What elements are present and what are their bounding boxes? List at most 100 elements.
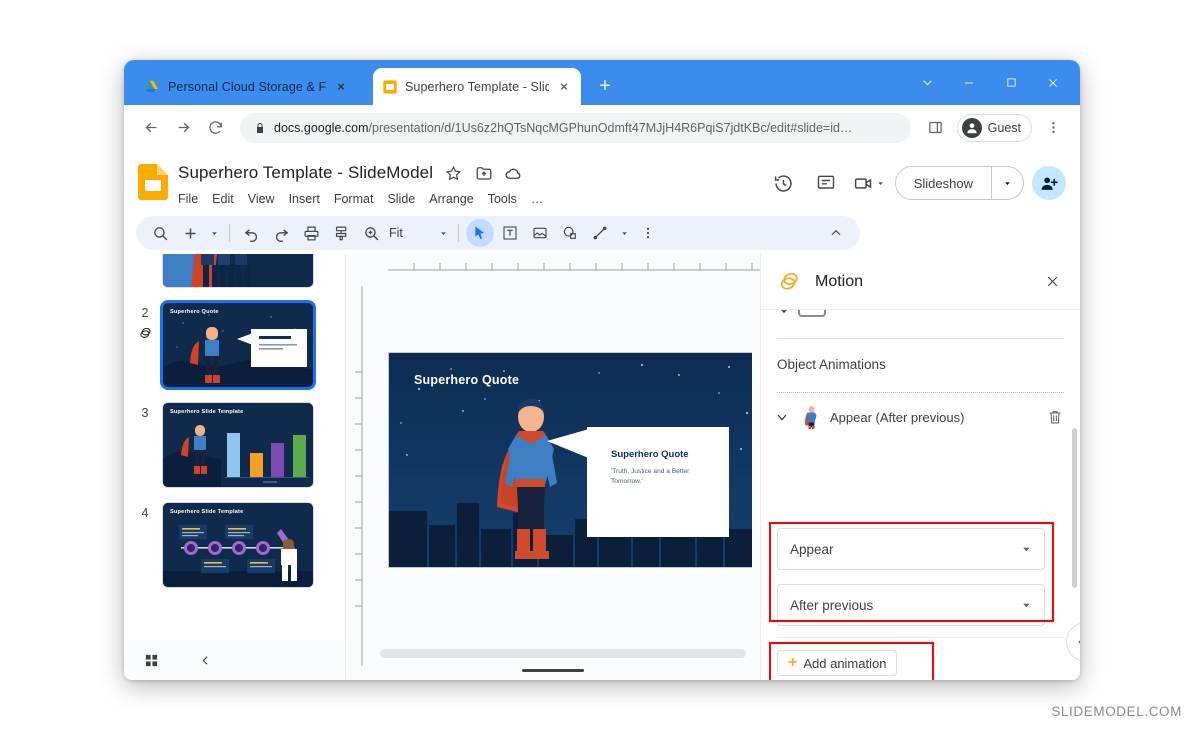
minimize-icon[interactable] — [948, 60, 990, 105]
filmstrip-scroll[interactable]: 2 Superhero Quote 3 Superhero Slide Temp… — [124, 254, 345, 640]
close-icon[interactable] — [1032, 60, 1074, 105]
menu-view[interactable]: View — [248, 192, 275, 206]
toolbar-collapse-chevron-up-icon[interactable] — [822, 219, 850, 247]
quote-card[interactable]: Superhero Quote 'Truth, Justice and a Be… — [587, 427, 729, 537]
redo-icon[interactable] — [267, 219, 295, 247]
canvas-stage[interactable]: Superhero Quote Superhero Quote 'Truth, … — [372, 278, 752, 636]
slide-number: 4 — [141, 506, 149, 520]
motion-panel-title: Motion — [815, 272, 864, 290]
move-to-folder-icon[interactable] — [474, 164, 493, 183]
slide-thumbnail-4[interactable]: Superhero Slide Template — [162, 502, 314, 588]
grid-view-icon[interactable] — [140, 649, 162, 671]
toolbar-three-dot-menu-icon[interactable] — [634, 219, 662, 247]
menu-edit[interactable]: Edit — [212, 192, 234, 206]
filmstrip-collapse-chevron-left-icon[interactable] — [194, 649, 216, 671]
motion-panel-body: Object Animations Appear (After previous… — [761, 310, 1080, 680]
url-path: /presentation/d/1Us6z2hQTsNqcMGPhunOdmft… — [368, 120, 853, 135]
slide-title-text[interactable]: Superhero Quote — [414, 373, 519, 387]
undo-icon[interactable] — [237, 219, 265, 247]
highlight-box-dropdowns — [769, 522, 1054, 622]
menu-tools[interactable]: Tools — [488, 192, 517, 206]
google-drive-icon — [145, 80, 159, 92]
new-tab-button[interactable]: + — [594, 76, 616, 98]
lock-icon — [257, 122, 263, 133]
animation-item-row[interactable]: Appear (After previous) — [761, 393, 1080, 429]
menu-slide[interactable]: Slide — [387, 192, 415, 206]
print-icon[interactable] — [297, 219, 325, 247]
list-item[interactable] — [124, 254, 345, 288]
cursor-arrow-icon[interactable] — [466, 219, 494, 247]
line-chevron-down-icon[interactable] — [616, 219, 632, 247]
tab-search-chevron-down-icon[interactable] — [906, 60, 948, 105]
menu-more[interactable]: … — [531, 192, 544, 206]
slide-meta: 2 — [128, 302, 162, 341]
menu-format[interactable]: Format — [334, 192, 374, 206]
menu-insert[interactable]: Insert — [289, 192, 320, 206]
zoom-chevron-down-icon[interactable] — [435, 219, 451, 247]
window-controls — [906, 60, 1074, 105]
slide-meta: 3 — [128, 402, 162, 420]
version-history-icon[interactable] — [767, 166, 801, 200]
slide-canvas[interactable]: Superhero Quote Superhero Quote 'Truth, … — [388, 352, 752, 568]
three-dot-menu-icon[interactable] — [1038, 113, 1068, 143]
reload-icon[interactable] — [200, 113, 230, 143]
motion-panel-header: Motion — [761, 254, 1080, 310]
list-item[interactable]: 3 Superhero Slide Template — [124, 402, 345, 488]
motion-panel: Motion Object Animations Appear (After p… — [760, 254, 1080, 680]
motion-panel-scrollbar[interactable] — [1072, 428, 1077, 588]
quote-heading: Superhero Quote — [611, 449, 689, 460]
close-icon[interactable]: × — [556, 79, 572, 95]
profile-button[interactable]: Guest — [956, 113, 1032, 142]
zoom-level-label[interactable]: Fit — [387, 226, 433, 240]
thumbnail-title: Superhero Slide Template — [170, 409, 244, 415]
slideshow-button[interactable]: Slideshow — [896, 167, 991, 199]
transition-row-clipped[interactable] — [761, 310, 1080, 334]
close-icon[interactable] — [1040, 270, 1064, 294]
cloud-saved-icon[interactable] — [504, 164, 523, 183]
chevron-down-icon[interactable] — [771, 406, 793, 428]
close-icon[interactable]: × — [333, 79, 349, 95]
superhero-icon — [803, 405, 820, 429]
forward-arrow-icon[interactable] — [168, 113, 198, 143]
slide-thumbnail-3[interactable]: Superhero Slide Template — [162, 402, 314, 488]
object-animations-label: Object Animations — [777, 357, 886, 372]
motion-icon[interactable] — [128, 326, 162, 341]
slide-thumbnail-1[interactable] — [162, 254, 314, 288]
canvas-horizontal-scrollbar[interactable] — [380, 649, 746, 658]
zoom-icon[interactable] — [357, 219, 385, 247]
meet-button[interactable] — [851, 166, 887, 200]
browser-tab-slides[interactable]: Superhero Template - SlideMode × — [373, 68, 581, 105]
slide-thumbnail-2[interactable]: Superhero Quote — [160, 300, 316, 390]
image-icon[interactable] — [526, 219, 554, 247]
search-icon[interactable] — [146, 219, 174, 247]
menu-bar: File Edit View Insert Format Slide Arran… — [178, 188, 767, 210]
paint-format-icon[interactable] — [327, 219, 355, 247]
menu-arrange[interactable]: Arrange — [429, 192, 473, 206]
list-item[interactable]: 2 Superhero Quote — [124, 300, 345, 390]
panel-divider-2 — [777, 637, 1064, 638]
line-icon[interactable] — [586, 219, 614, 247]
browser-tab-drive[interactable]: Personal Cloud Storage & File Sh × — [136, 68, 372, 105]
slideshow-options-chevron-down-icon[interactable] — [991, 167, 1023, 199]
vertical-ruler — [346, 276, 368, 676]
list-item[interactable]: 4 Superhero Slide Template — [124, 502, 345, 588]
star-icon[interactable] — [444, 164, 463, 183]
share-add-person-icon[interactable] — [1032, 166, 1066, 200]
trash-icon[interactable] — [1044, 406, 1066, 428]
new-slide-plus-icon[interactable] — [176, 219, 204, 247]
shape-icon[interactable] — [556, 219, 584, 247]
slides-toolbar: Fit — [136, 216, 860, 250]
menu-file[interactable]: File — [178, 192, 198, 206]
text-box-icon[interactable] — [496, 219, 524, 247]
new-slide-chevron-down-icon[interactable] — [206, 219, 222, 247]
highlight-box-add-animation — [769, 642, 934, 680]
maximize-icon[interactable] — [990, 60, 1032, 105]
comment-icon[interactable] — [809, 166, 843, 200]
back-arrow-icon[interactable] — [136, 113, 166, 143]
canvas-resize-grip[interactable] — [522, 669, 584, 672]
address-bar[interactable]: docs.google.com/presentation/d/1Us6z2hQT… — [240, 112, 911, 143]
omnibox-right-controls: Guest — [921, 113, 1068, 143]
page-title[interactable]: Superhero Template - SlideModel — [178, 163, 433, 183]
side-panel-icon[interactable] — [921, 113, 951, 143]
thumbnail-title: Superhero Quote — [170, 309, 219, 315]
